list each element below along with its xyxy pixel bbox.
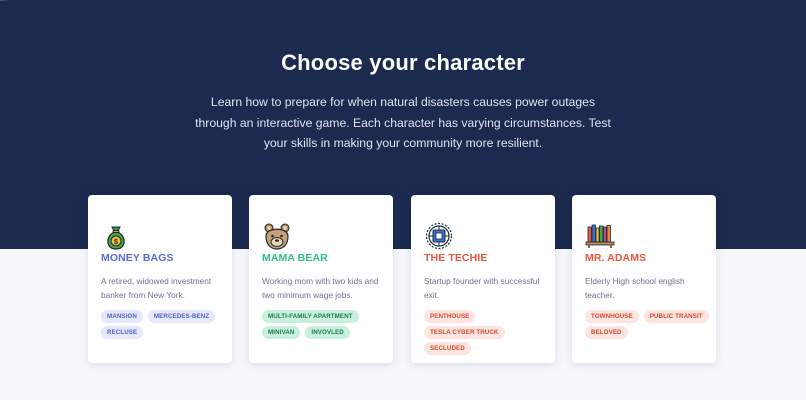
tag: PENTHOUSE — [424, 310, 476, 323]
character-tags: TOWNHOUSE PUBLIC TRANSIT BELOVED — [585, 310, 709, 339]
character-card-money-bags[interactable]: $ MONEY BAGS A retired, widowed investme… — [88, 195, 232, 363]
page-subtitle: Learn how to prepare for when natural di… — [195, 95, 611, 150]
character-description: Working mom with two kids and two minimu… — [262, 276, 379, 300]
tag: MULTI-FAMILY APARTMENT — [262, 310, 359, 323]
bear-icon — [262, 221, 292, 251]
character-description: Startup founder with successful exit. — [424, 276, 540, 300]
character-card-mama-bear[interactable]: MAMA BEAR Working mom with two kids and … — [249, 195, 393, 363]
tag: MERCEDES-BENZ — [147, 310, 216, 323]
tag: MANSION — [101, 310, 143, 323]
tag: BELOVED — [585, 326, 628, 339]
character-name: MONEY BAGS — [101, 252, 174, 264]
tag: RECLUSE — [101, 326, 144, 339]
character-tags: MULTI-FAMILY APARTMENT MINIVAN INVOVLED — [262, 310, 386, 339]
money-bag-icon: $ — [101, 221, 131, 251]
processor-icon — [424, 221, 454, 251]
character-description: A retired, widowed investment banker fro… — [101, 276, 212, 300]
character-tags: MANSION MERCEDES-BENZ RECLUSE — [101, 310, 225, 339]
character-name: MAMA BEAR — [262, 252, 328, 264]
decorative-stripe — [0, 0, 211, 2]
character-name: THE TECHIE — [424, 252, 488, 264]
tag: PUBLIC TRANSIT — [643, 310, 709, 323]
tag: TESLA CYBER TRUCK — [424, 326, 505, 339]
character-tags: PENTHOUSE TESLA CYBER TRUCK SECLUDED — [424, 310, 548, 355]
tag: INVOVLED — [305, 326, 350, 339]
character-name: MR. ADAMS — [585, 252, 647, 264]
tag: MINIVAN — [262, 326, 301, 339]
character-card-mr-adams[interactable]: MR. ADAMS Elderly High school english te… — [572, 195, 716, 363]
page-title: Choose your character — [281, 50, 525, 75]
bookshelf-icon — [585, 221, 615, 251]
tag: SECLUDED — [424, 342, 471, 355]
character-card-the-techie[interactable]: THE TECHIE Startup founder with successf… — [411, 195, 555, 363]
tag: TOWNHOUSE — [585, 310, 639, 323]
character-description: Elderly High school english teacher. — [585, 276, 685, 300]
